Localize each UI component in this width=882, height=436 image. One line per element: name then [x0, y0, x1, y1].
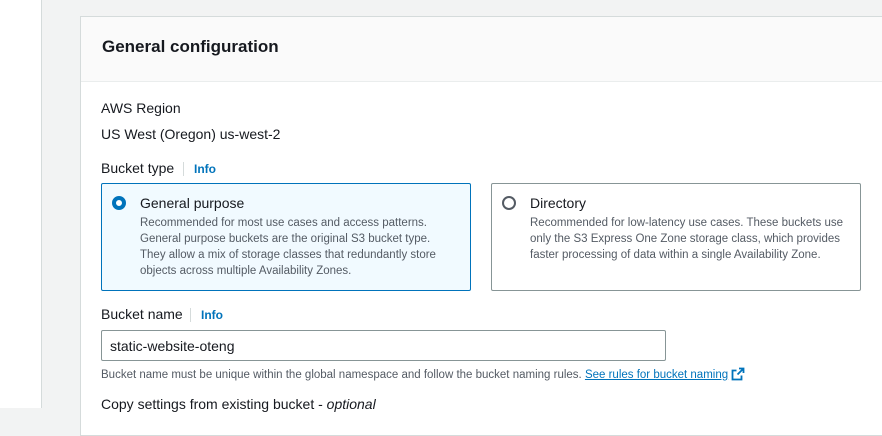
panel-header: General configuration	[81, 17, 882, 82]
directory-radio[interactable]	[502, 196, 516, 210]
panel-title: General configuration	[102, 37, 279, 56]
copy-settings-label: Copy settings from existing bucket - opt…	[101, 396, 376, 412]
external-link-icon	[731, 367, 745, 381]
bucket-name-label: Bucket name	[101, 306, 183, 322]
bucket-type-label: Bucket type	[101, 160, 175, 176]
optional-marker: optional	[326, 396, 376, 412]
bucket-name-info-link[interactable]: Info	[190, 308, 223, 322]
bucket-type-directory-tile[interactable]: Directory Recommended for low-latency us…	[491, 183, 861, 291]
aws-region-label: AWS Region	[101, 100, 181, 116]
directory-title: Directory	[530, 195, 587, 211]
left-navigation-rail	[0, 0, 42, 408]
bucket-naming-rules-link-text: See rules for bucket naming	[584, 369, 729, 381]
directory-description: Recommended for low-latency use cases. T…	[530, 217, 843, 261]
general-purpose-description: Recommended for most use cases and acces…	[140, 217, 436, 277]
general-purpose-title: General purpose	[140, 195, 245, 211]
bucket-type-info-link[interactable]: Info	[183, 162, 216, 176]
bucket-naming-rules-link[interactable]: See rules for bucket naming	[584, 367, 745, 381]
bucket-name-help-text: Bucket name must be unique within the gl…	[101, 369, 582, 381]
general-purpose-radio[interactable]	[112, 196, 126, 210]
bucket-type-general-purpose-tile[interactable]: General purpose Recommended for most use…	[101, 183, 471, 291]
copy-settings-label-text: Copy settings from existing bucket -	[101, 396, 327, 412]
aws-region-value: US West (Oregon) us-west-2	[101, 126, 281, 142]
bucket-name-input[interactable]	[101, 330, 666, 361]
bucket-name-help: Bucket name must be unique within the gl…	[101, 367, 745, 381]
